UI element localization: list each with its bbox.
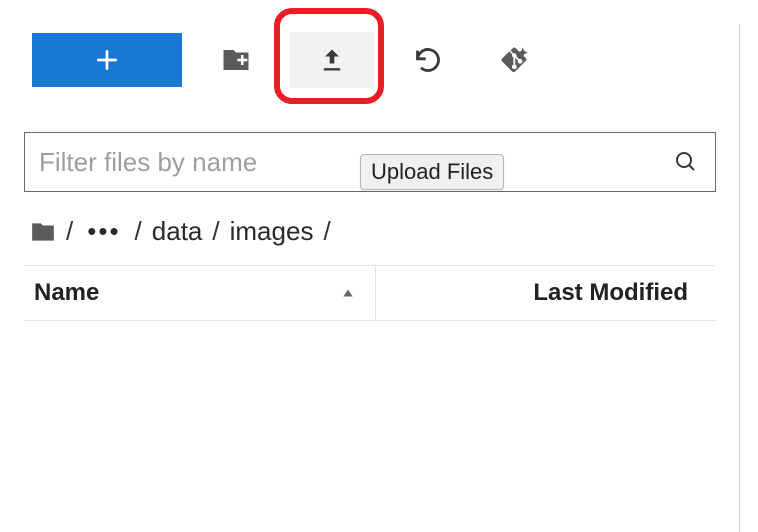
breadcrumb-separator: / bbox=[135, 216, 142, 247]
column-headers: Name Last Modified bbox=[24, 265, 716, 321]
upload-tooltip: Upload Files bbox=[360, 154, 504, 190]
panel-divider bbox=[739, 24, 740, 532]
new-folder-icon bbox=[221, 45, 251, 75]
breadcrumb-segment[interactable]: data bbox=[152, 216, 203, 247]
toolbar bbox=[24, 20, 716, 100]
column-header-modified[interactable]: Last Modified bbox=[376, 266, 716, 320]
breadcrumb-separator: / bbox=[323, 216, 330, 247]
breadcrumb-separator: / bbox=[212, 216, 219, 247]
refresh-button[interactable] bbox=[402, 36, 454, 84]
column-label: Name bbox=[34, 279, 99, 307]
search-icon bbox=[671, 150, 701, 174]
upload-button[interactable] bbox=[290, 32, 374, 88]
column-label: Last Modified bbox=[533, 279, 688, 307]
new-folder-button[interactable] bbox=[210, 36, 262, 84]
folder-icon bbox=[30, 219, 56, 245]
filter-input[interactable] bbox=[39, 147, 671, 178]
plus-icon bbox=[94, 47, 120, 73]
breadcrumb-segment[interactable]: images bbox=[230, 216, 314, 247]
new-launcher-button[interactable] bbox=[32, 33, 182, 87]
upload-button-container bbox=[290, 32, 374, 88]
breadcrumb: / ••• / data / images / bbox=[24, 216, 716, 247]
breadcrumb-separator: / bbox=[66, 216, 73, 247]
git-button[interactable] bbox=[488, 36, 540, 84]
breadcrumb-ellipsis[interactable]: ••• bbox=[83, 216, 124, 247]
sort-caret-icon bbox=[341, 279, 355, 307]
refresh-icon bbox=[414, 46, 442, 74]
upload-icon bbox=[318, 46, 346, 74]
column-header-name[interactable]: Name bbox=[24, 266, 376, 320]
git-icon bbox=[499, 45, 529, 75]
